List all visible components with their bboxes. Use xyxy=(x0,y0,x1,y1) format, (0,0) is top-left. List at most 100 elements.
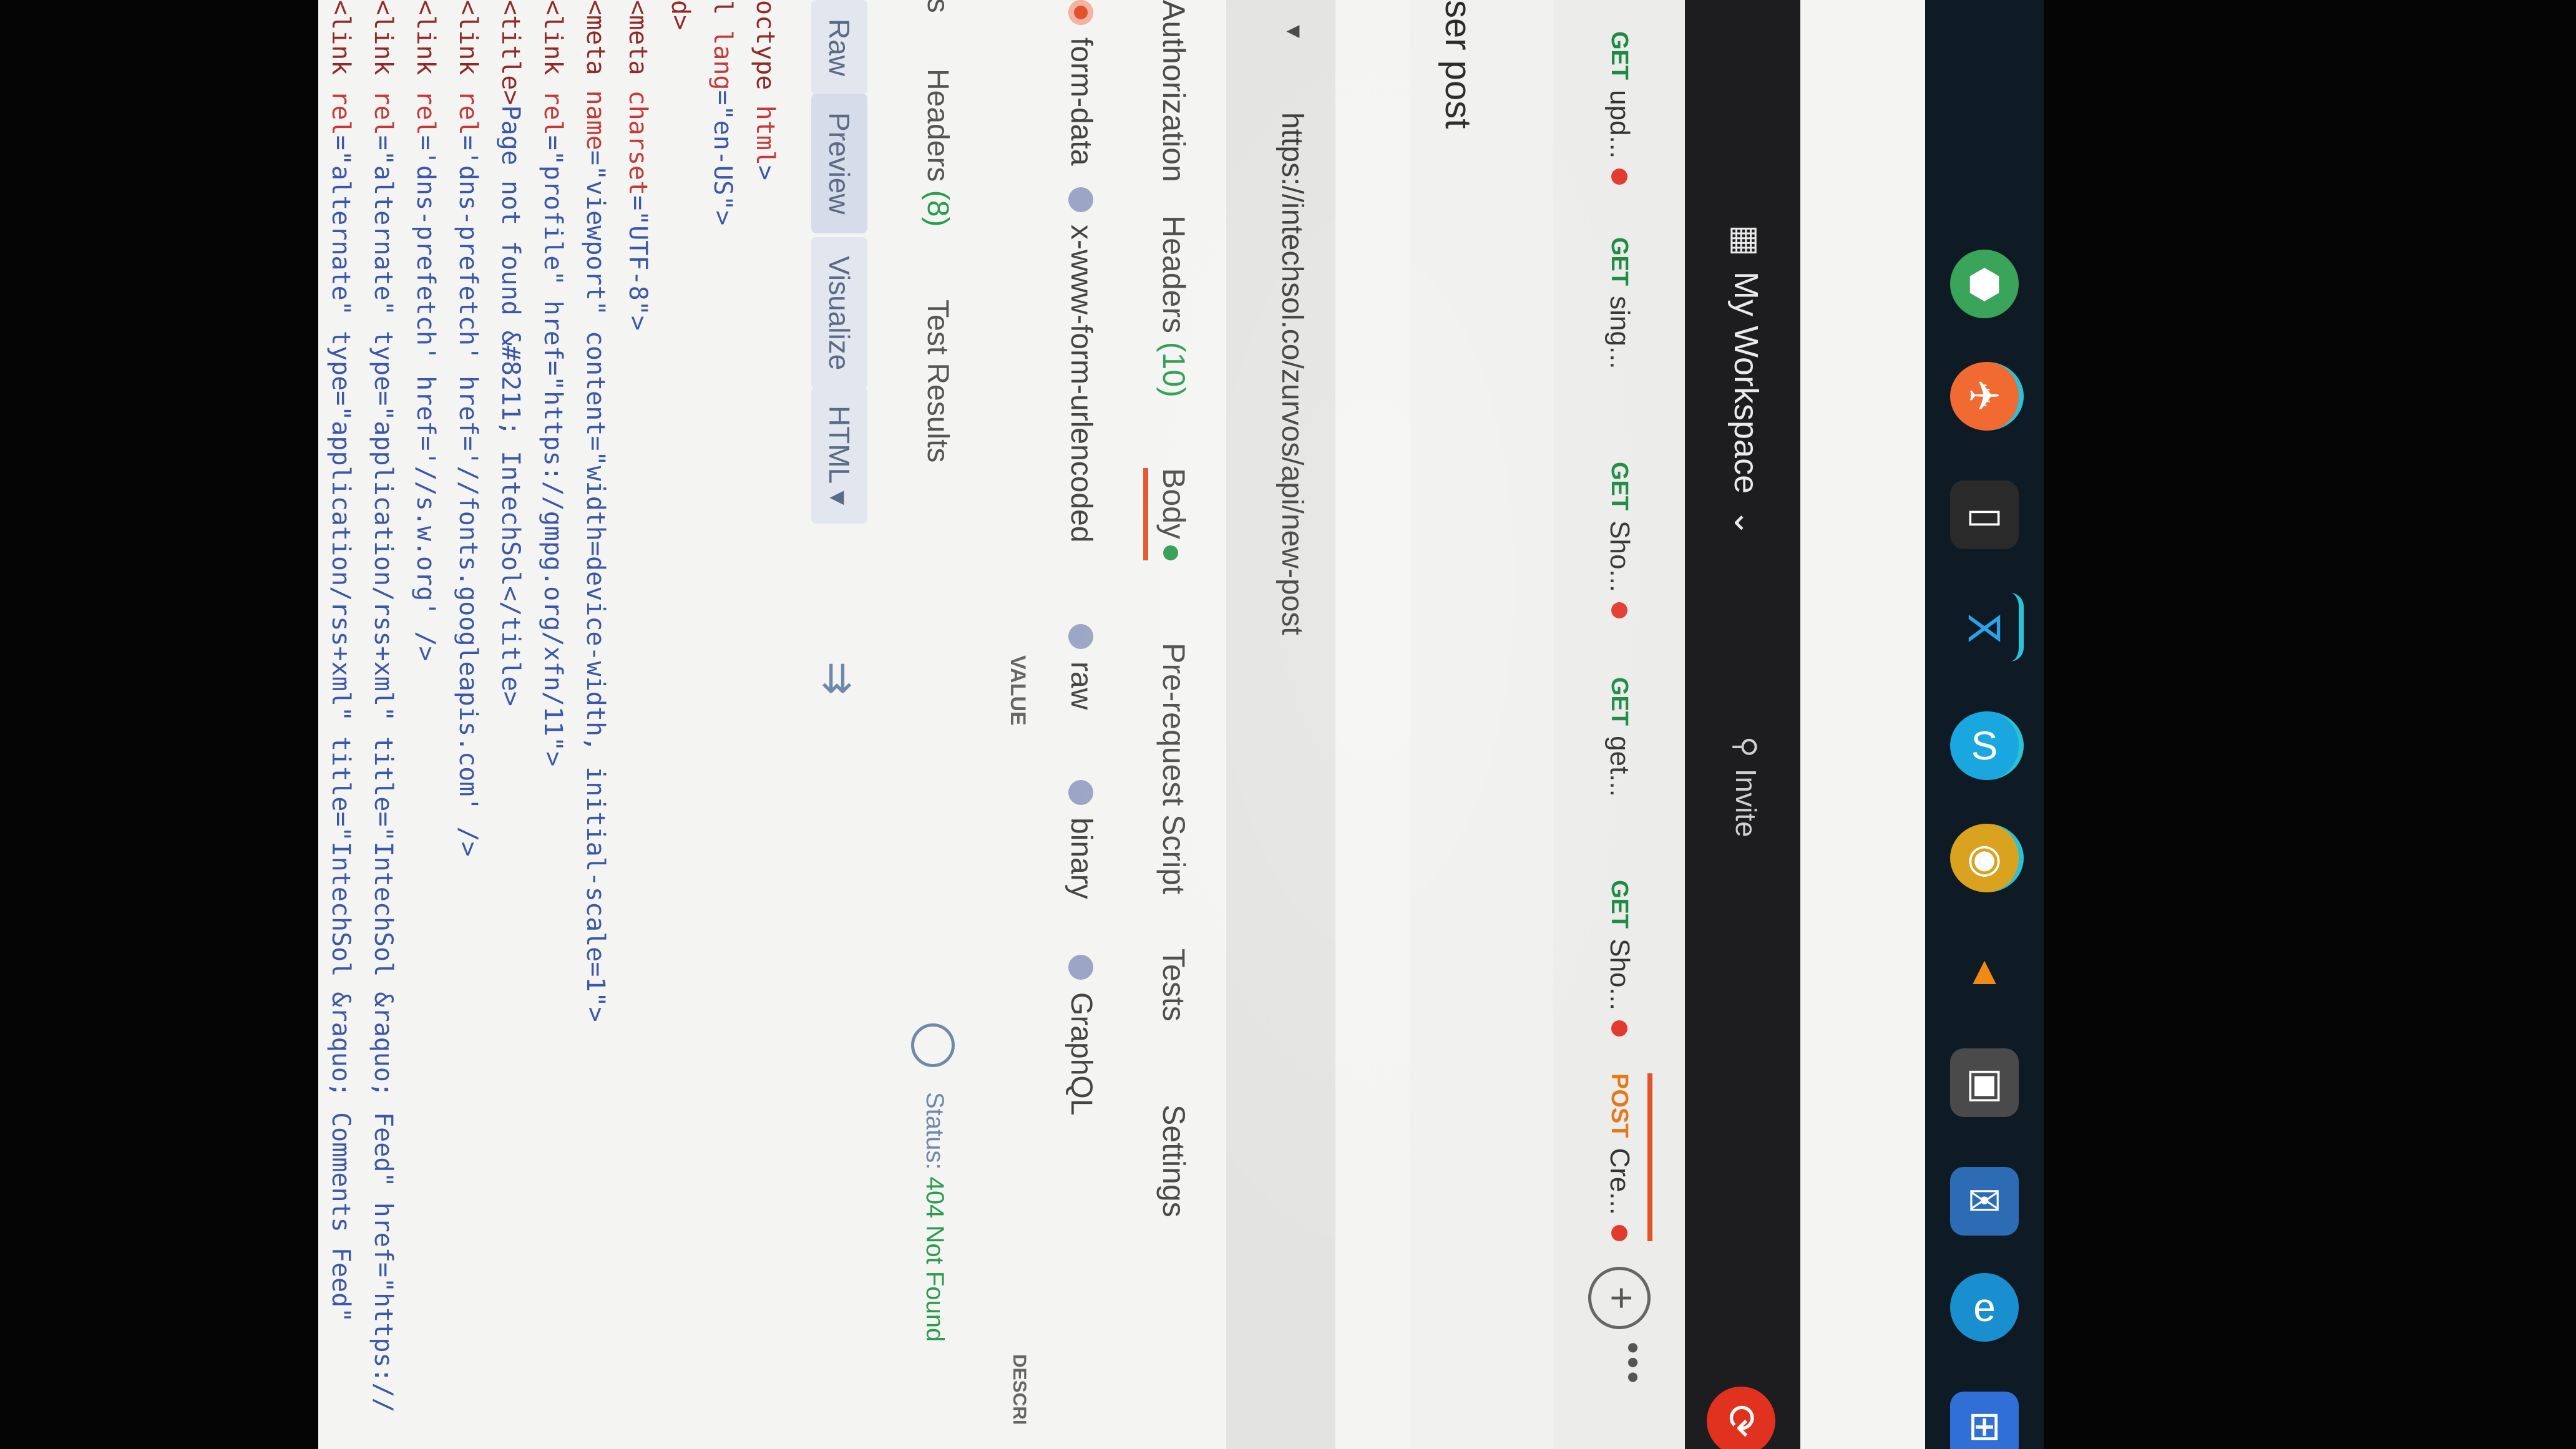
tab-request-3[interactable]: GET Sho... xyxy=(1591,462,1647,619)
mail-icon[interactable]: ✉ xyxy=(1950,1167,2019,1236)
tab-cookies[interactable]: es xyxy=(920,0,955,13)
tab-request-5[interactable]: GET Sho... xyxy=(1591,880,1647,1037)
kv-value-header: VALUE xyxy=(1006,655,1030,726)
radio-binary-label: binary xyxy=(1065,817,1098,899)
radio-raw[interactable]: raw xyxy=(1064,624,1098,710)
android-studio-icon[interactable]: ⬢ xyxy=(1950,250,2019,318)
tab-label: sing... xyxy=(1604,296,1635,369)
code-line: <meta charset="UTF-8"> xyxy=(617,0,659,1449)
code-value: ="alternate" type="application/rss+xml" … xyxy=(326,135,355,1323)
terminal-icon[interactable]: ▭ xyxy=(1950,481,2019,549)
radio-form-data-label: form-data xyxy=(1065,37,1098,166)
code-attr: rel xyxy=(326,90,355,135)
body-active-dot-icon xyxy=(1163,545,1178,560)
tab-method: GET xyxy=(1606,462,1633,511)
status-label: Status: xyxy=(921,1092,949,1170)
code-attr: lang xyxy=(708,30,737,90)
format-select[interactable]: HTML ▾ xyxy=(811,387,867,524)
code-attr: rel xyxy=(539,90,567,135)
tab-authorization[interactable]: Authorization xyxy=(1156,0,1192,182)
code-tag: d> xyxy=(666,0,695,31)
raw-button[interactable]: Raw xyxy=(811,0,867,95)
code-value: ="UTF-8"> xyxy=(623,195,652,331)
code-line: <link rel="alternate" type="application/… xyxy=(320,0,362,1449)
new-tab-button[interactable]: + xyxy=(1588,1267,1651,1329)
tab-label: Sho... xyxy=(1604,520,1635,593)
tab-body-label: Body xyxy=(1156,468,1191,539)
radio-on-icon xyxy=(1068,0,1094,25)
skype-icon[interactable]: S xyxy=(1950,711,2024,780)
radio-binary[interactable]: binary xyxy=(1064,780,1098,899)
add-user-icon: ⚲ xyxy=(1730,736,1762,758)
tab-method: GET xyxy=(1606,677,1633,726)
unsaved-dot-icon xyxy=(1611,1020,1627,1037)
code-line: d> xyxy=(659,0,701,1449)
request-tabs-strip: GET upd... GET sing... GET Sho... GET ge… xyxy=(1553,0,1685,1449)
wrap-lines-icon[interactable]: ⇉ xyxy=(814,661,861,695)
photo-stage: ▦ My Workspace ⌄ ⚲ Invite ⟳ GET upd... G… xyxy=(0,0,2576,1449)
code-tag: <link xyxy=(539,0,567,90)
body-type-radios: form-data x-www-form-urlencoded raw bina… xyxy=(1036,0,1111,1449)
code-line: l lang="en-US"> xyxy=(701,0,744,1449)
tab-test-results[interactable]: Test Results xyxy=(920,300,955,462)
tab-body[interactable]: Body xyxy=(1143,468,1192,560)
format-select-label: HTML xyxy=(823,406,856,483)
tab-settings[interactable]: Settings xyxy=(1156,1105,1192,1217)
code-value: > xyxy=(751,165,779,180)
tab-headers-label: Headers xyxy=(1156,215,1191,333)
tab-label: Cre... xyxy=(1604,1148,1635,1216)
code-line: <meta name="viewport" content="width=dev… xyxy=(574,0,617,1449)
sync-icon[interactable]: ⟳ xyxy=(1707,1387,1775,1449)
globe-icon[interactable] xyxy=(911,1023,955,1067)
radio-off-icon xyxy=(1068,955,1094,980)
tab-tests[interactable]: Tests xyxy=(1156,949,1192,1022)
vscode-icon[interactable]: ⋊ xyxy=(1950,593,2024,661)
tab-response-headers[interactable]: Headers (8) xyxy=(920,69,955,227)
radio-off-icon xyxy=(1068,187,1094,212)
invite-button[interactable]: ⚲ Invite xyxy=(1729,736,1763,837)
code-line: <title>Page not found &#8211; IntechSol<… xyxy=(489,0,532,1449)
tab-request-4[interactable]: GET get... xyxy=(1591,677,1647,797)
request-name[interactable]: ser post xyxy=(1437,0,1479,129)
url-input[interactable]: https://intechsol.co/zurvos/api/new-post xyxy=(1275,112,1309,635)
store-icon[interactable]: ▣ xyxy=(1950,1048,2019,1117)
radio-raw-label: raw xyxy=(1065,661,1098,710)
code-tag: <link xyxy=(326,0,355,90)
unsaved-dot-icon xyxy=(1611,168,1627,185)
code-line: <link rel='dns-prefetch' href='//s.w.org… xyxy=(404,0,447,1449)
code-attr: html xyxy=(751,105,779,165)
tab-prerequest-script[interactable]: Pre-request Script xyxy=(1156,643,1192,894)
radio-graphql[interactable]: GraphQL xyxy=(1064,955,1098,1115)
more-tabs-icon[interactable]: ••• xyxy=(1613,1342,1654,1386)
postman-icon[interactable]: ✈ xyxy=(1950,362,2024,431)
app-header: ▦ My Workspace ⌄ ⚲ Invite ⟳ xyxy=(1685,0,1800,1449)
radio-urlencoded[interactable]: x-www-form-urlencoded xyxy=(1064,187,1098,542)
vlc-icon[interactable]: ▲ xyxy=(1950,936,2019,1005)
code-tag: <link xyxy=(454,0,482,90)
edge-icon[interactable]: e xyxy=(1950,1273,2019,1342)
code-tag: <meta xyxy=(623,0,652,90)
tab-label: upd... xyxy=(1604,90,1635,159)
chevron-down-icon: ⌄ xyxy=(1727,509,1765,537)
method-dropdown-icon[interactable]: ▾ xyxy=(1280,25,1310,38)
workspace-switcher[interactable]: ▦ My Workspace ⌄ xyxy=(1727,225,1766,537)
visualize-button[interactable]: Visualize xyxy=(811,237,867,389)
code-attr: rel xyxy=(369,90,398,135)
response-headers-count: (8) xyxy=(921,190,954,227)
tab-request-1[interactable]: GET upd... xyxy=(1591,31,1647,185)
tab-request-2[interactable]: GET sing... xyxy=(1591,237,1647,369)
code-attr: charset xyxy=(623,90,652,196)
chrome-icon[interactable]: ◉ xyxy=(1950,824,2024,892)
code-line: <link rel="profile" href="https://gmpg.o… xyxy=(532,0,574,1449)
code-value: ="viewport" content="width=device-width,… xyxy=(581,150,610,1022)
windows-taskbar: ⊞ e ✉ ▣ ▲ ◉ S ⋊ ▭ ✈ ⬢ xyxy=(1925,0,2044,1449)
preview-button[interactable]: Preview xyxy=(811,94,867,233)
start-icon[interactable]: ⊞ xyxy=(1950,1392,2019,1449)
tab-request-6[interactable]: POST Cre... xyxy=(1591,1073,1652,1242)
code-tag: octype xyxy=(751,0,779,105)
radio-form-data[interactable]: form-data xyxy=(1064,0,1098,165)
code-tag: <title> xyxy=(496,0,525,105)
code-line: <link rel="alternate" type="application/… xyxy=(362,0,404,1449)
tab-headers[interactable]: Headers (10) xyxy=(1156,215,1192,398)
status-value: 404 Not Found xyxy=(921,1176,949,1342)
